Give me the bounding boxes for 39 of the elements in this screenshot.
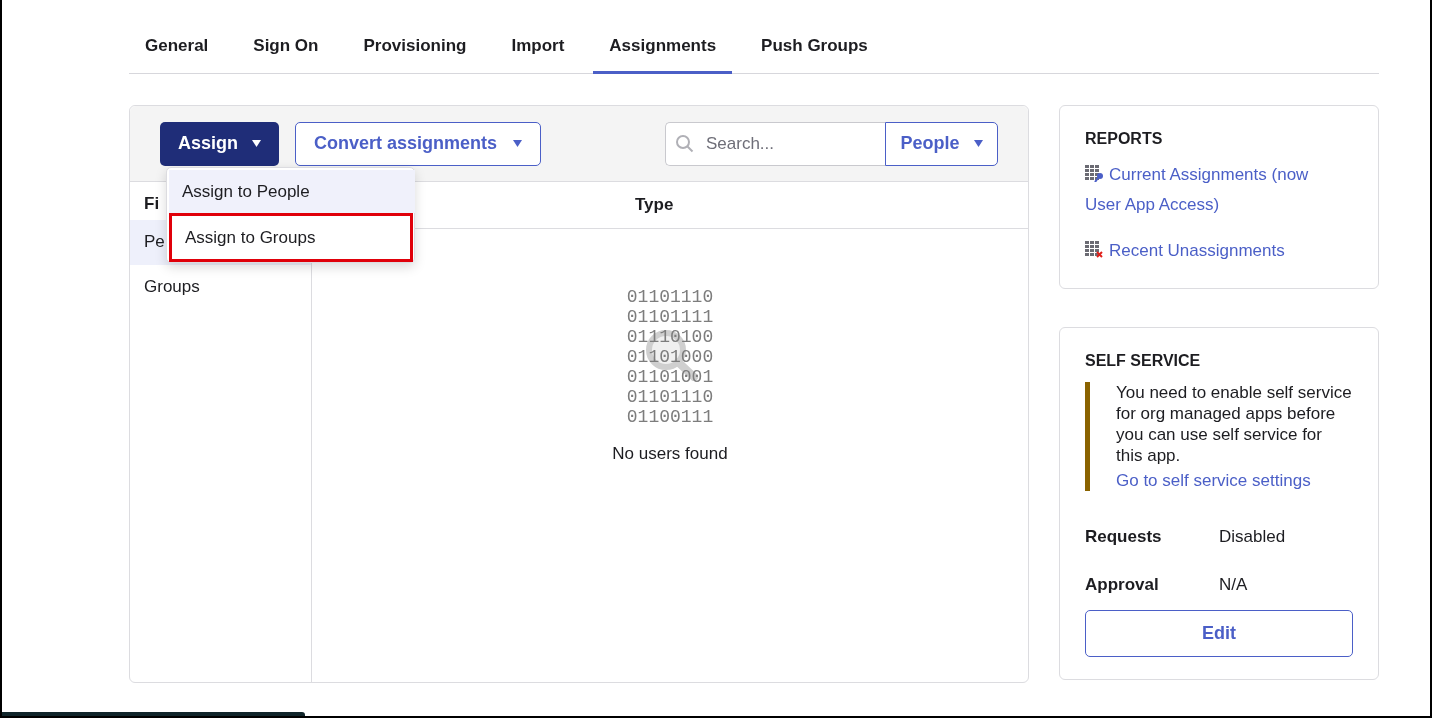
binary-text: 01101001 <box>626 367 714 387</box>
people-filter-button[interactable]: People <box>885 121 998 166</box>
binary-text: 01101000 <box>626 347 714 367</box>
assign-button[interactable]: Assign <box>160 121 279 166</box>
sidebar-heading: Fi <box>144 194 160 213</box>
search-icon <box>675 133 694 153</box>
tab[interactable]: Assignments <box>593 22 733 74</box>
field-value: Disabled <box>1219 527 1286 548</box>
edit-button[interactable]: Edit <box>1085 610 1353 657</box>
field-value: N/A <box>1219 575 1248 596</box>
sidebar-item[interactable]: Groups <box>130 265 311 310</box>
table-key-icon <box>1085 165 1103 182</box>
caret-icon <box>973 140 983 147</box>
tab[interactable]: Provisioning <box>347 22 483 74</box>
card-title: SELF SERVICE <box>1085 352 1202 370</box>
settings-link[interactable]: Go to self service settings <box>1116 470 1353 491</box>
caret-icon <box>513 140 523 147</box>
report-link[interactable]: Recent Unassignments <box>1085 236 1340 266</box>
search-field[interactable]: Search... <box>665 121 885 166</box>
binary-text: 01101111 <box>626 307 714 327</box>
binary-text: 01101110 <box>626 387 714 407</box>
report-link[interactable]: Current Assignments (now User App Access) <box>1085 160 1340 220</box>
convert-assignments-button[interactable]: Convert assignments <box>295 121 542 166</box>
card-title: REPORTS <box>1085 130 1164 148</box>
tab[interactable]: Sign On <box>237 22 335 74</box>
tab[interactable]: Push Groups <box>745 22 884 74</box>
tab[interactable]: General <box>129 22 225 74</box>
menu-item[interactable]: Assign to Groups <box>169 213 413 262</box>
field-label: Requests <box>1085 527 1163 548</box>
binary-text: 01101110 <box>626 287 714 307</box>
notice-text: You need to enable self service for org managed apps before you can use self service for this app. <box>1116 382 1353 466</box>
empty-message: No users found <box>612 444 728 464</box>
table-cross-icon <box>1085 241 1103 258</box>
tab[interactable]: Import <box>495 22 581 74</box>
caret-icon <box>252 140 261 147</box>
binary-text: 01100111 <box>626 407 714 427</box>
field-label: Approval <box>1085 575 1160 596</box>
menu-item[interactable]: Assign to People <box>169 170 415 213</box>
binary-text: 01110100 <box>626 327 714 347</box>
